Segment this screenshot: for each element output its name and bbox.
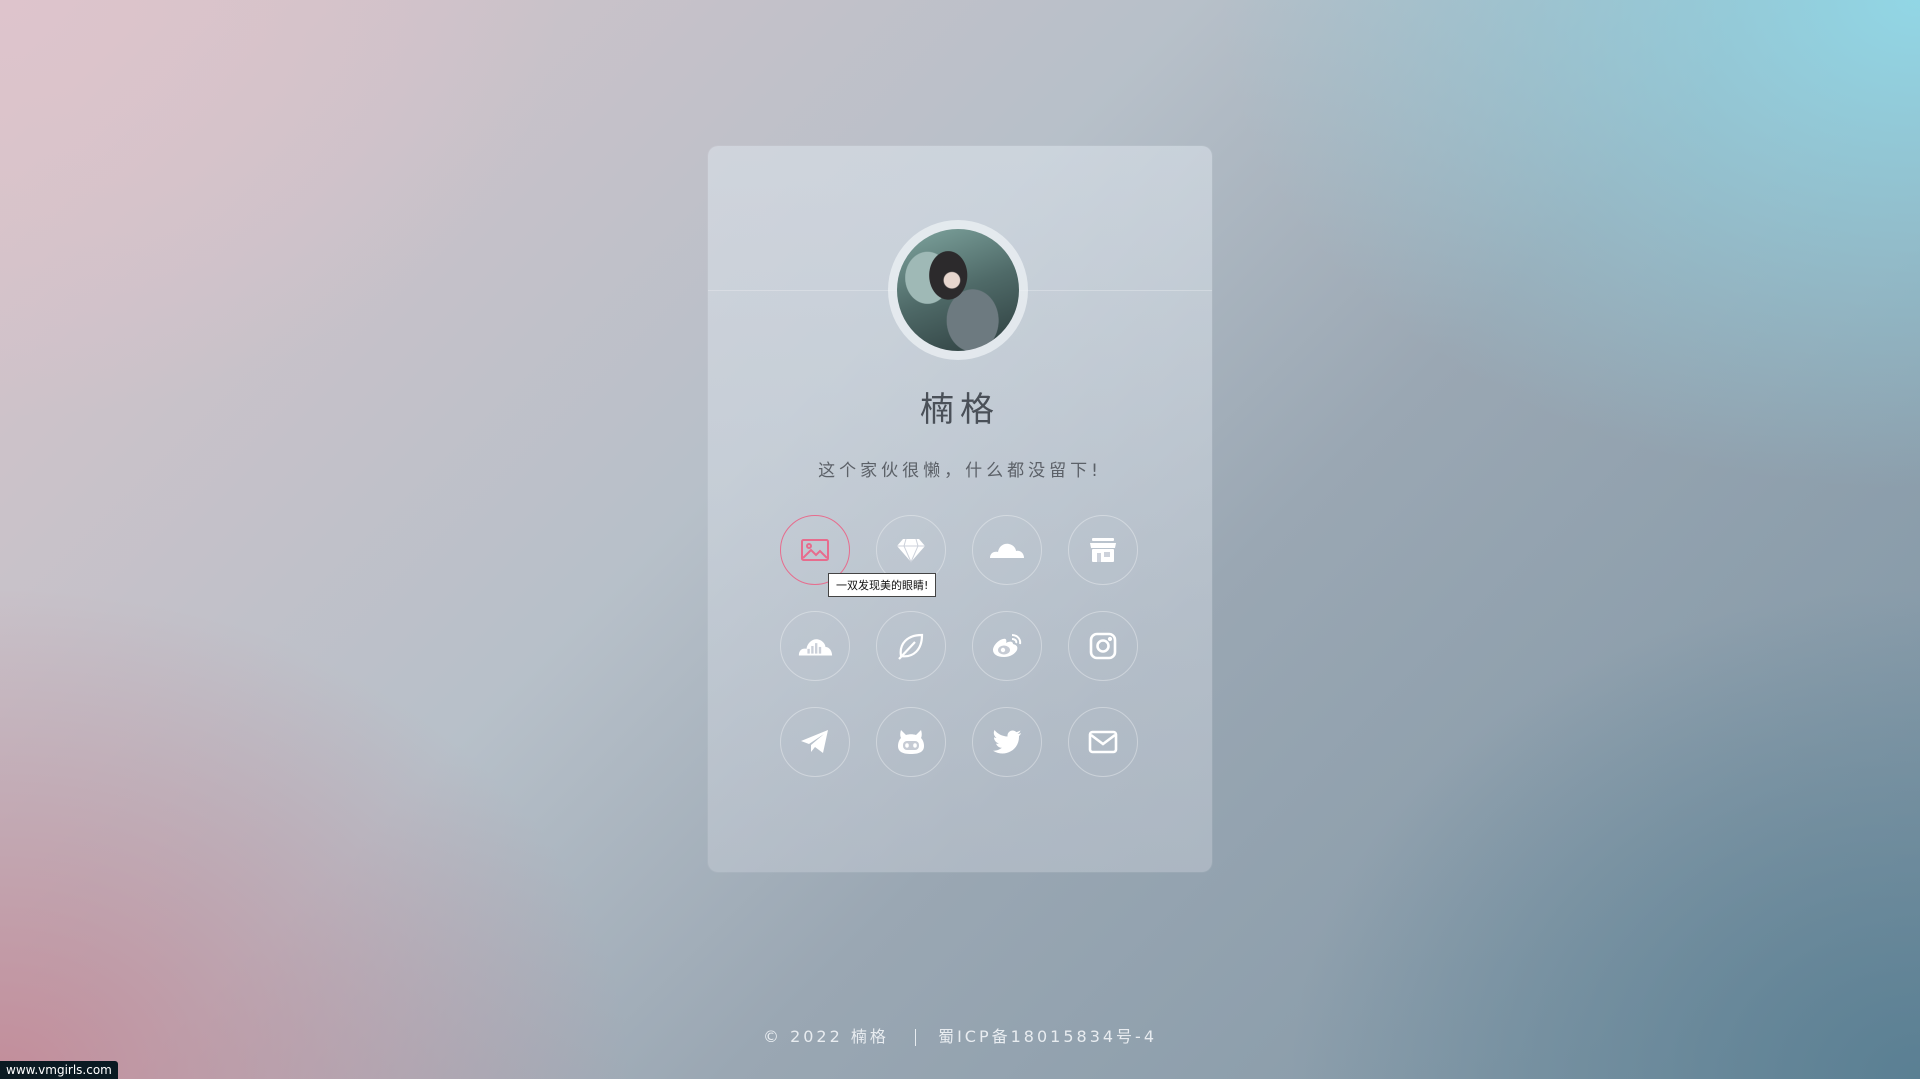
avatar xyxy=(897,229,1019,351)
leaf-link-button[interactable] xyxy=(876,611,946,681)
weibo-icon xyxy=(993,634,1022,657)
telegram-icon xyxy=(801,730,828,753)
leaf-icon xyxy=(898,633,924,660)
twitter-link-button[interactable] xyxy=(972,707,1042,777)
footer-icp-link[interactable]: 蜀ICP备18015834号-4 xyxy=(938,1027,1157,1046)
cloud-chart-icon xyxy=(798,639,833,656)
store-link-button[interactable] xyxy=(1068,515,1138,585)
gallery-tooltip: 一双发现美的眼睛! xyxy=(828,573,937,597)
footer-copyright: © 2022 楠格 xyxy=(762,1027,889,1046)
avatar-ring xyxy=(888,220,1028,360)
profile-bio: 这个家伙很懒，什么都没留下! xyxy=(818,461,1102,481)
mail-icon xyxy=(1088,730,1118,754)
weibo-link-button[interactable] xyxy=(972,611,1042,681)
mail-link-button[interactable] xyxy=(1068,707,1138,777)
instagram-icon xyxy=(1089,632,1117,660)
image-icon xyxy=(801,539,829,561)
footer-separator xyxy=(914,1029,916,1046)
profile-card: 楠格 这个家伙很懒，什么都没留下! xyxy=(708,146,1212,872)
footer: © 2022 楠格 蜀ICP备18015834号-4 xyxy=(0,1023,1920,1047)
cloud-link-button[interactable] xyxy=(972,515,1042,585)
cloud-stats-link-button[interactable] xyxy=(780,611,850,681)
telegram-link-button[interactable] xyxy=(780,707,850,777)
diamond-icon xyxy=(897,538,925,564)
link-grid xyxy=(780,515,1140,777)
store-icon xyxy=(1090,538,1116,562)
github-icon xyxy=(898,730,924,754)
watermark: www.vmgirls.com xyxy=(0,1061,118,1079)
cloud-icon xyxy=(990,543,1024,558)
profile-name: 楠格 xyxy=(920,390,1000,430)
twitter-icon xyxy=(993,730,1021,754)
instagram-link-button[interactable] xyxy=(1068,611,1138,681)
github-link-button[interactable] xyxy=(876,707,946,777)
